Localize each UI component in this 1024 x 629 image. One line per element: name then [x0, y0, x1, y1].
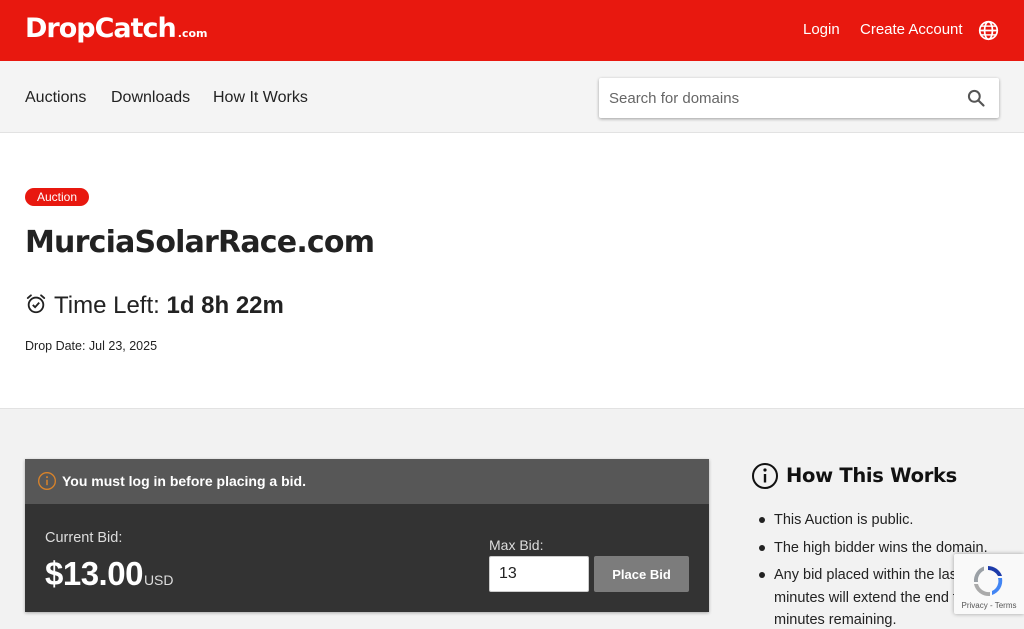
time-left-value: 1d 8h 22m: [166, 292, 284, 319]
search-icon[interactable]: [966, 88, 986, 108]
nav-how-it-works[interactable]: How It Works: [213, 88, 308, 108]
bid-panel: You must log in before placing a bid. Cu…: [25, 459, 709, 612]
create-account-link[interactable]: Create Account: [860, 21, 963, 39]
logo-tld: .com: [177, 27, 208, 40]
list-item: This Auction is public.: [756, 509, 1016, 532]
info-circle-icon: [752, 463, 778, 489]
time-left: Time Left: 1d 8h 22m: [54, 291, 284, 321]
drop-date: Drop Date: Jul 23, 2025: [25, 339, 158, 353]
max-bid-label: Max Bid:: [489, 537, 544, 553]
recaptcha-icon: [973, 566, 1003, 597]
time-left-label: Time Left:: [54, 292, 160, 319]
login-link[interactable]: Login: [803, 21, 840, 39]
alarm-clock-icon: [26, 294, 46, 314]
domain-title: MurciaSolarRace.com: [25, 225, 375, 260]
dropcatch-logo[interactable]: DropCatch .com: [25, 12, 208, 51]
auction-badge: Auction: [25, 188, 90, 206]
current-bid-currency: USD: [143, 572, 174, 588]
nav-auctions[interactable]: Auctions: [25, 88, 86, 108]
info-icon: [38, 472, 56, 490]
place-bid-button[interactable]: Place Bid: [594, 556, 689, 592]
search-box: [599, 78, 999, 118]
main-navigation: Auctions Downloads How It Works: [0, 61, 1024, 133]
current-bid-value: $13.00USD: [45, 554, 174, 600]
recaptcha-terms[interactable]: Privacy - Terms: [954, 601, 1024, 611]
login-warning-text: You must log in before placing a bid.: [62, 473, 306, 489]
current-bid-label: Current Bid:: [45, 530, 123, 546]
how-this-works-title: How This Works: [786, 464, 957, 487]
logo-text: DropCatch: [25, 13, 177, 44]
max-bid-input[interactable]: [489, 556, 589, 592]
nav-downloads[interactable]: Downloads: [111, 88, 190, 108]
globe-icon[interactable]: [978, 20, 999, 41]
top-header-bar: DropCatch .com Login Create Account: [0, 0, 1024, 61]
current-bid-amount: $13.00: [45, 555, 143, 592]
login-warning-bar: You must log in before placing a bid.: [25, 459, 709, 504]
search-input[interactable]: [609, 86, 949, 110]
